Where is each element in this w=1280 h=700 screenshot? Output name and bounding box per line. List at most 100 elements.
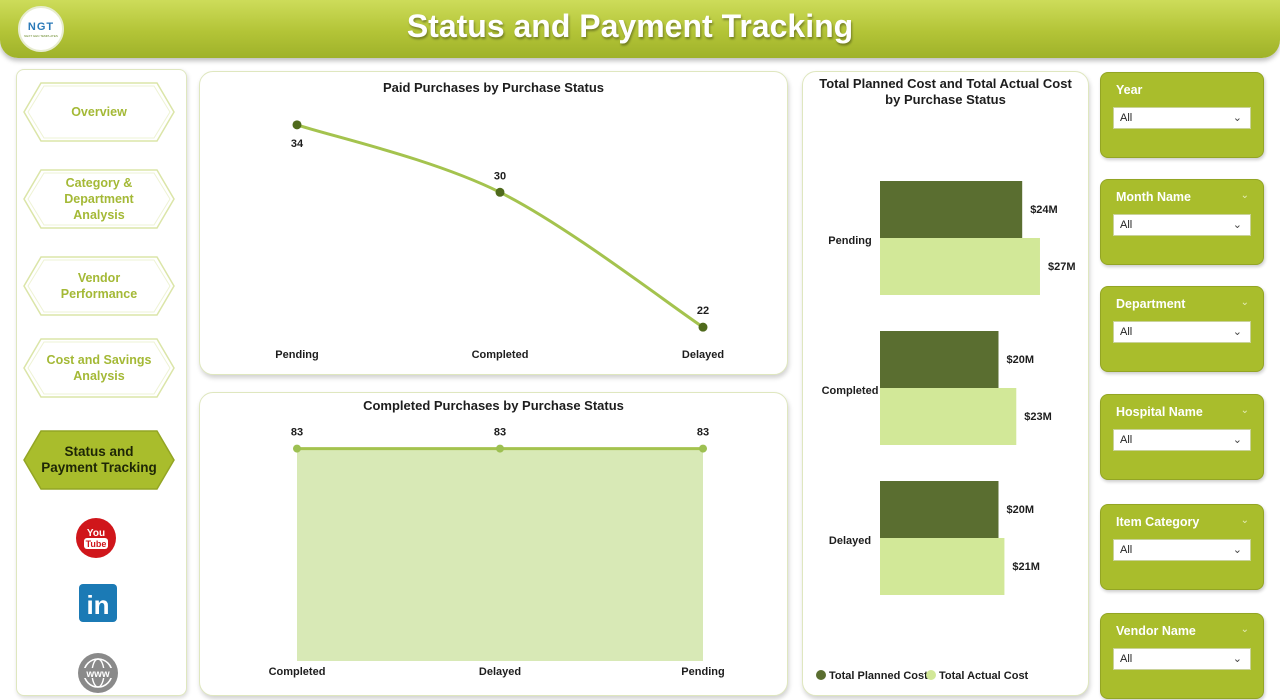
chevron-down-icon: ⌄ (1232, 326, 1242, 338)
slicer-dropdown[interactable]: All ⌄ (1113, 214, 1251, 236)
completed-purchases-card: Completed Purchases by Purchase Status 8… (199, 392, 788, 696)
paid-data-label: 30 (494, 170, 506, 182)
legend-swatch (926, 670, 936, 680)
nav-item-5[interactable]: Status and Payment Tracking (23, 430, 175, 490)
chevron-down-icon: ⌄ (1232, 653, 1242, 665)
paid-data-point[interactable] (698, 322, 708, 332)
slicer-dropdown[interactable]: All ⌄ (1113, 321, 1251, 343)
paid-data-label: 34 (291, 138, 304, 150)
svg-text:in: in (86, 590, 109, 620)
slicer-value: All (1120, 112, 1133, 124)
completed-data-point[interactable] (699, 444, 707, 453)
slicer-value: All (1120, 544, 1133, 556)
cost-comparison-chart: Pending $24M $27M Completed $20M $23M Delayed $… (816, 181, 1076, 682)
completed-data-point[interactable] (293, 444, 301, 453)
chevron-down-icon[interactable]: ⌄ (1241, 624, 1249, 635)
nav-panel: Overview Category & Department Analysis Ve… (16, 69, 187, 696)
slicer-dropdown[interactable]: All ⌄ (1113, 539, 1251, 561)
website-icon[interactable]: www (77, 652, 119, 694)
nav-item-3[interactable]: Vendor Performance (23, 256, 175, 316)
paid-x-tick-label: Completed (472, 349, 529, 361)
actual-cost-bar[interactable] (880, 388, 1017, 445)
completed-purchases-chart: 83 Completed 83 Delayed 83 Pending (269, 427, 725, 678)
slicer-value: All (1120, 326, 1133, 338)
slicer-value: All (1120, 219, 1133, 231)
svg-text:Tube: Tube (86, 539, 107, 549)
nav-item-1[interactable]: Overview (23, 82, 175, 142)
cost-data-label: $24M (1030, 204, 1058, 216)
slicer-value: All (1120, 653, 1133, 665)
slicer-hospital-name: Hospital Name ⌄ All ⌄ (1100, 394, 1264, 480)
paid-data-label: 22 (697, 305, 709, 317)
nav-item-label: Category & Department Analysis (64, 176, 134, 222)
chevron-down-icon[interactable]: ⌄ (1241, 515, 1249, 526)
completed-data-label: 83 (697, 427, 709, 439)
paid-x-tick-label: Pending (275, 349, 318, 361)
slicer-label: Vendor Name (1116, 624, 1196, 638)
slicer-label: Year (1116, 83, 1143, 97)
actual-cost-bar[interactable] (880, 238, 1040, 295)
chevron-down-icon: ⌄ (1232, 544, 1242, 556)
page-title: Status and Payment Tracking (406, 8, 854, 44)
paid-series-line (296, 123, 704, 329)
nav-item-label: Cost and Savings Analysis (46, 353, 152, 383)
completed-area-fill (297, 448, 703, 661)
cost-data-label: $21M (1012, 561, 1040, 573)
cost-y-tick-label: Pending (828, 235, 871, 247)
slicer-department: Department ⌄ All ⌄ (1100, 286, 1264, 372)
slicer-label: Department (1116, 297, 1186, 311)
completed-x-tick-label: Completed (269, 666, 326, 678)
slicer-label: Month Name (1116, 190, 1191, 204)
nav-item-4[interactable]: Cost and Savings Analysis (23, 338, 175, 398)
nav-item-2[interactable]: Category & Department Analysis (23, 169, 175, 229)
completed-x-tick-label: Pending (681, 666, 724, 678)
completed-data-label: 83 (494, 427, 506, 439)
slicer-vendor-name: Vendor Name ⌄ All ⌄ (1100, 613, 1264, 699)
svg-text:You: You (87, 528, 105, 539)
cost-y-tick-label: Delayed (829, 535, 871, 547)
slicer-value: All (1120, 434, 1133, 446)
slicer-label: Hospital Name (1116, 405, 1203, 419)
cost-data-label: $20M (1007, 354, 1035, 366)
planned-cost-bar[interactable] (880, 181, 1023, 238)
chevron-down-icon: ⌄ (1232, 219, 1242, 231)
chevron-down-icon[interactable]: ⌄ (1241, 297, 1249, 308)
cost-data-label: $23M (1024, 411, 1052, 423)
cost-comparison-card: Total Planned Cost and Total Actual Cost… (802, 71, 1089, 696)
completed-data-point[interactable] (496, 444, 504, 453)
chevron-down-icon: ⌄ (1232, 434, 1242, 446)
paid-data-point[interactable] (495, 187, 505, 197)
chevron-down-icon: ⌄ (1232, 112, 1242, 124)
slicer-item-category: Item Category ⌄ All ⌄ (1100, 504, 1264, 590)
slicer-dropdown[interactable]: All ⌄ (1113, 429, 1251, 451)
chevron-down-icon[interactable]: ⌄ (1241, 405, 1249, 416)
legend-label: Total Actual Cost (939, 670, 1029, 682)
planned-cost-bar[interactable] (880, 481, 999, 538)
paid-purchases-chart: 34 Pending 30 Completed 22 Delayed (275, 120, 724, 361)
legend-label: Total Planned Cost (829, 670, 928, 682)
slicer-label: Item Category (1116, 515, 1200, 529)
slicer-dropdown[interactable]: All ⌄ (1113, 107, 1251, 129)
cost-data-label: $20M (1007, 504, 1035, 516)
cost-y-tick-label: Completed (822, 385, 879, 397)
paid-data-point[interactable] (292, 120, 302, 130)
chevron-down-icon[interactable]: ⌄ (1241, 190, 1249, 201)
header-bar: NGT NEXT GEN TEMPLATES Status and Paymen… (0, 0, 1280, 58)
slicer-year: Year All ⌄ (1100, 72, 1264, 158)
slicer-dropdown[interactable]: All ⌄ (1113, 648, 1251, 670)
youtube-icon[interactable]: You Tube (75, 517, 117, 559)
cost-data-label: $27M (1048, 261, 1076, 273)
paid-x-tick-label: Delayed (682, 349, 724, 361)
actual-cost-bar[interactable] (880, 538, 1005, 595)
nav-item-label: Status and Payment Tracking (41, 444, 157, 475)
planned-cost-bar[interactable] (880, 331, 999, 388)
linkedin-icon[interactable]: in (77, 582, 119, 624)
svg-text:www: www (85, 669, 110, 680)
completed-x-tick-label: Delayed (479, 666, 521, 678)
legend-swatch (816, 670, 826, 680)
completed-data-label: 83 (291, 427, 303, 439)
paid-purchases-card: Paid Purchases by Purchase Status 34 Pend… (199, 71, 788, 375)
slicer-month-name: Month Name ⌄ All ⌄ (1100, 179, 1264, 265)
nav-item-label: Vendor Performance (60, 271, 138, 301)
nav-item-label: Overview (71, 105, 127, 119)
